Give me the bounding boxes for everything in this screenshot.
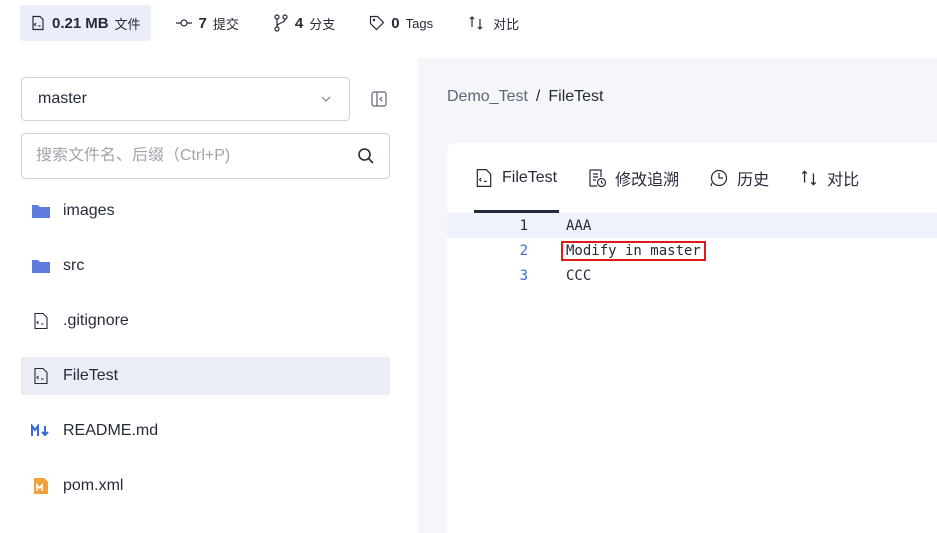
tab-label: 对比: [827, 172, 860, 189]
code-line: 1 AAA: [447, 213, 937, 238]
tree-item-label: pom.xml: [63, 477, 124, 494]
folder-icon: [31, 256, 51, 276]
stat-commits-label: 提交: [212, 16, 239, 32]
line-text-highlighted: Modify in master: [561, 240, 706, 261]
code-line: 2 Modify in master: [447, 238, 937, 263]
file-tabs: FileTest 修改追溯 历史 对比: [447, 143, 889, 213]
markdown-icon: [31, 421, 51, 441]
file-code-icon: [31, 311, 51, 331]
tree-item-readme[interactable]: README.md: [21, 412, 390, 450]
tab-compare[interactable]: 对比: [799, 143, 859, 213]
stat-compare[interactable]: 对比: [457, 5, 529, 41]
branch-select[interactable]: master: [21, 77, 350, 121]
maven-icon: [31, 476, 51, 496]
stat-files-value: 0.21: [52, 14, 82, 32]
tree-item-pom[interactable]: pom.xml: [21, 467, 390, 505]
file-search-box[interactable]: [21, 133, 390, 179]
tree-item-images[interactable]: images: [21, 192, 390, 230]
breadcrumb-current: FileTest: [548, 88, 604, 105]
stat-files-label: 文件: [114, 16, 141, 32]
stat-tags-label: Tags: [405, 15, 434, 31]
line-number: 3: [519, 267, 528, 284]
commit-icon: [175, 19, 192, 27]
stat-branches-label: 分支: [309, 16, 336, 32]
line-number: 1: [519, 217, 528, 234]
breadcrumb-separator: /: [535, 88, 541, 105]
branch-icon: [274, 14, 288, 32]
code-line: 3 CCC: [447, 263, 937, 288]
history-icon: [710, 169, 728, 187]
breadcrumb: Demo_Test / FileTest: [447, 88, 604, 106]
compare-icon: [802, 170, 817, 186]
stat-commits-value: 7: [198, 14, 207, 32]
line-number: 2: [519, 242, 528, 259]
tag-icon: [370, 15, 385, 31]
tree-item-gitignore[interactable]: .gitignore: [21, 302, 390, 340]
tab-file[interactable]: FileTest: [474, 143, 560, 213]
stat-compare-label: 对比: [493, 16, 520, 32]
search-icon[interactable]: [357, 147, 375, 165]
tree-item-filetest[interactable]: FileTest: [21, 357, 390, 395]
breadcrumb-root[interactable]: Demo_Test: [447, 88, 528, 106]
branch-select-value: master: [38, 90, 87, 107]
stat-commits[interactable]: 7 提交: [165, 5, 249, 41]
repo-stats-bar: 0.21 MB 文件 7 提交 4 分支 0 Tags 对比: [20, 4, 543, 42]
tab-label: 修改追溯: [615, 172, 680, 189]
file-viewer: FileTest 修改追溯 历史 对比 1 AAA 2 Modify in ma…: [447, 143, 937, 533]
tree-item-label: images: [63, 202, 115, 219]
stat-branches[interactable]: 4 分支: [263, 5, 345, 41]
file-tree: images src .gitignore FileTest README.md…: [21, 192, 390, 522]
stat-files-unit: MB: [85, 14, 109, 32]
tab-label: 历史: [737, 172, 770, 189]
folder-icon: [31, 201, 51, 221]
blame-icon: [589, 169, 607, 188]
tree-item-label: src: [63, 257, 85, 274]
tab-blame[interactable]: 修改追溯: [587, 143, 679, 213]
line-text: AAA: [566, 217, 592, 234]
tree-item-src[interactable]: src: [21, 247, 390, 285]
file-code-icon: [32, 15, 44, 31]
stat-tags[interactable]: 0 Tags: [359, 5, 443, 41]
file-code-icon: [31, 366, 51, 386]
code-view: 1 AAA 2 Modify in master 3 CCC: [447, 213, 937, 288]
tab-label: FileTest: [502, 169, 558, 186]
stat-branches-value: 4: [294, 14, 304, 32]
tree-item-label: .gitignore: [63, 312, 129, 329]
collapse-sidebar-icon[interactable]: [369, 89, 389, 109]
stat-files[interactable]: 0.21 MB 文件: [20, 5, 151, 41]
tree-item-label: README.md: [63, 422, 159, 439]
file-search-input[interactable]: [36, 147, 357, 165]
compare-icon: [469, 16, 483, 30]
tab-history[interactable]: 历史: [709, 143, 769, 213]
chevron-down-icon: [321, 96, 331, 102]
file-code-icon: [476, 169, 492, 187]
line-text: CCC: [566, 267, 592, 284]
tree-item-label: FileTest: [63, 367, 119, 384]
stat-tags-value: 0: [391, 14, 400, 32]
